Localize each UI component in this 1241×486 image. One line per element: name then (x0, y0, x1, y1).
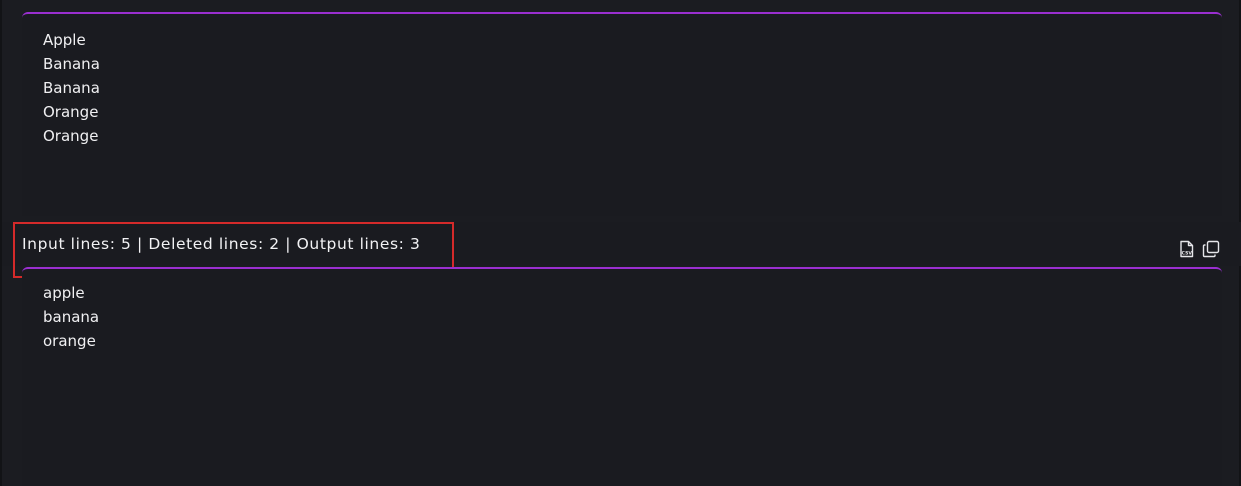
copy-icon[interactable] (1202, 240, 1220, 258)
output-textarea[interactable]: apple banana orange (22, 267, 1222, 486)
app-frame: Apple Banana Banana Orange Orange Input … (0, 0, 1241, 486)
input-line: Orange (43, 103, 99, 121)
input-line: Banana (43, 55, 100, 73)
input-line: Orange (43, 127, 99, 145)
input-lines-list: Apple Banana Banana Orange Orange (43, 28, 100, 148)
output-line: orange (43, 332, 96, 350)
output-lines-list: apple banana orange (43, 281, 99, 353)
output-line: banana (43, 308, 100, 326)
input-line: Apple (43, 31, 86, 49)
stats-bar: Input lines: 5 | Deleted lines: 2 | Outp… (2, 222, 1241, 266)
output-line: apple (43, 284, 85, 302)
line-stats-text: Input lines: 5 | Deleted lines: 2 | Outp… (22, 235, 421, 253)
input-textarea[interactable]: Apple Banana Banana Orange Orange (22, 12, 1222, 216)
input-line: Banana (43, 79, 100, 97)
csv-file-icon[interactable]: CSV (1178, 240, 1196, 258)
svg-text:CSV: CSV (1182, 251, 1193, 257)
